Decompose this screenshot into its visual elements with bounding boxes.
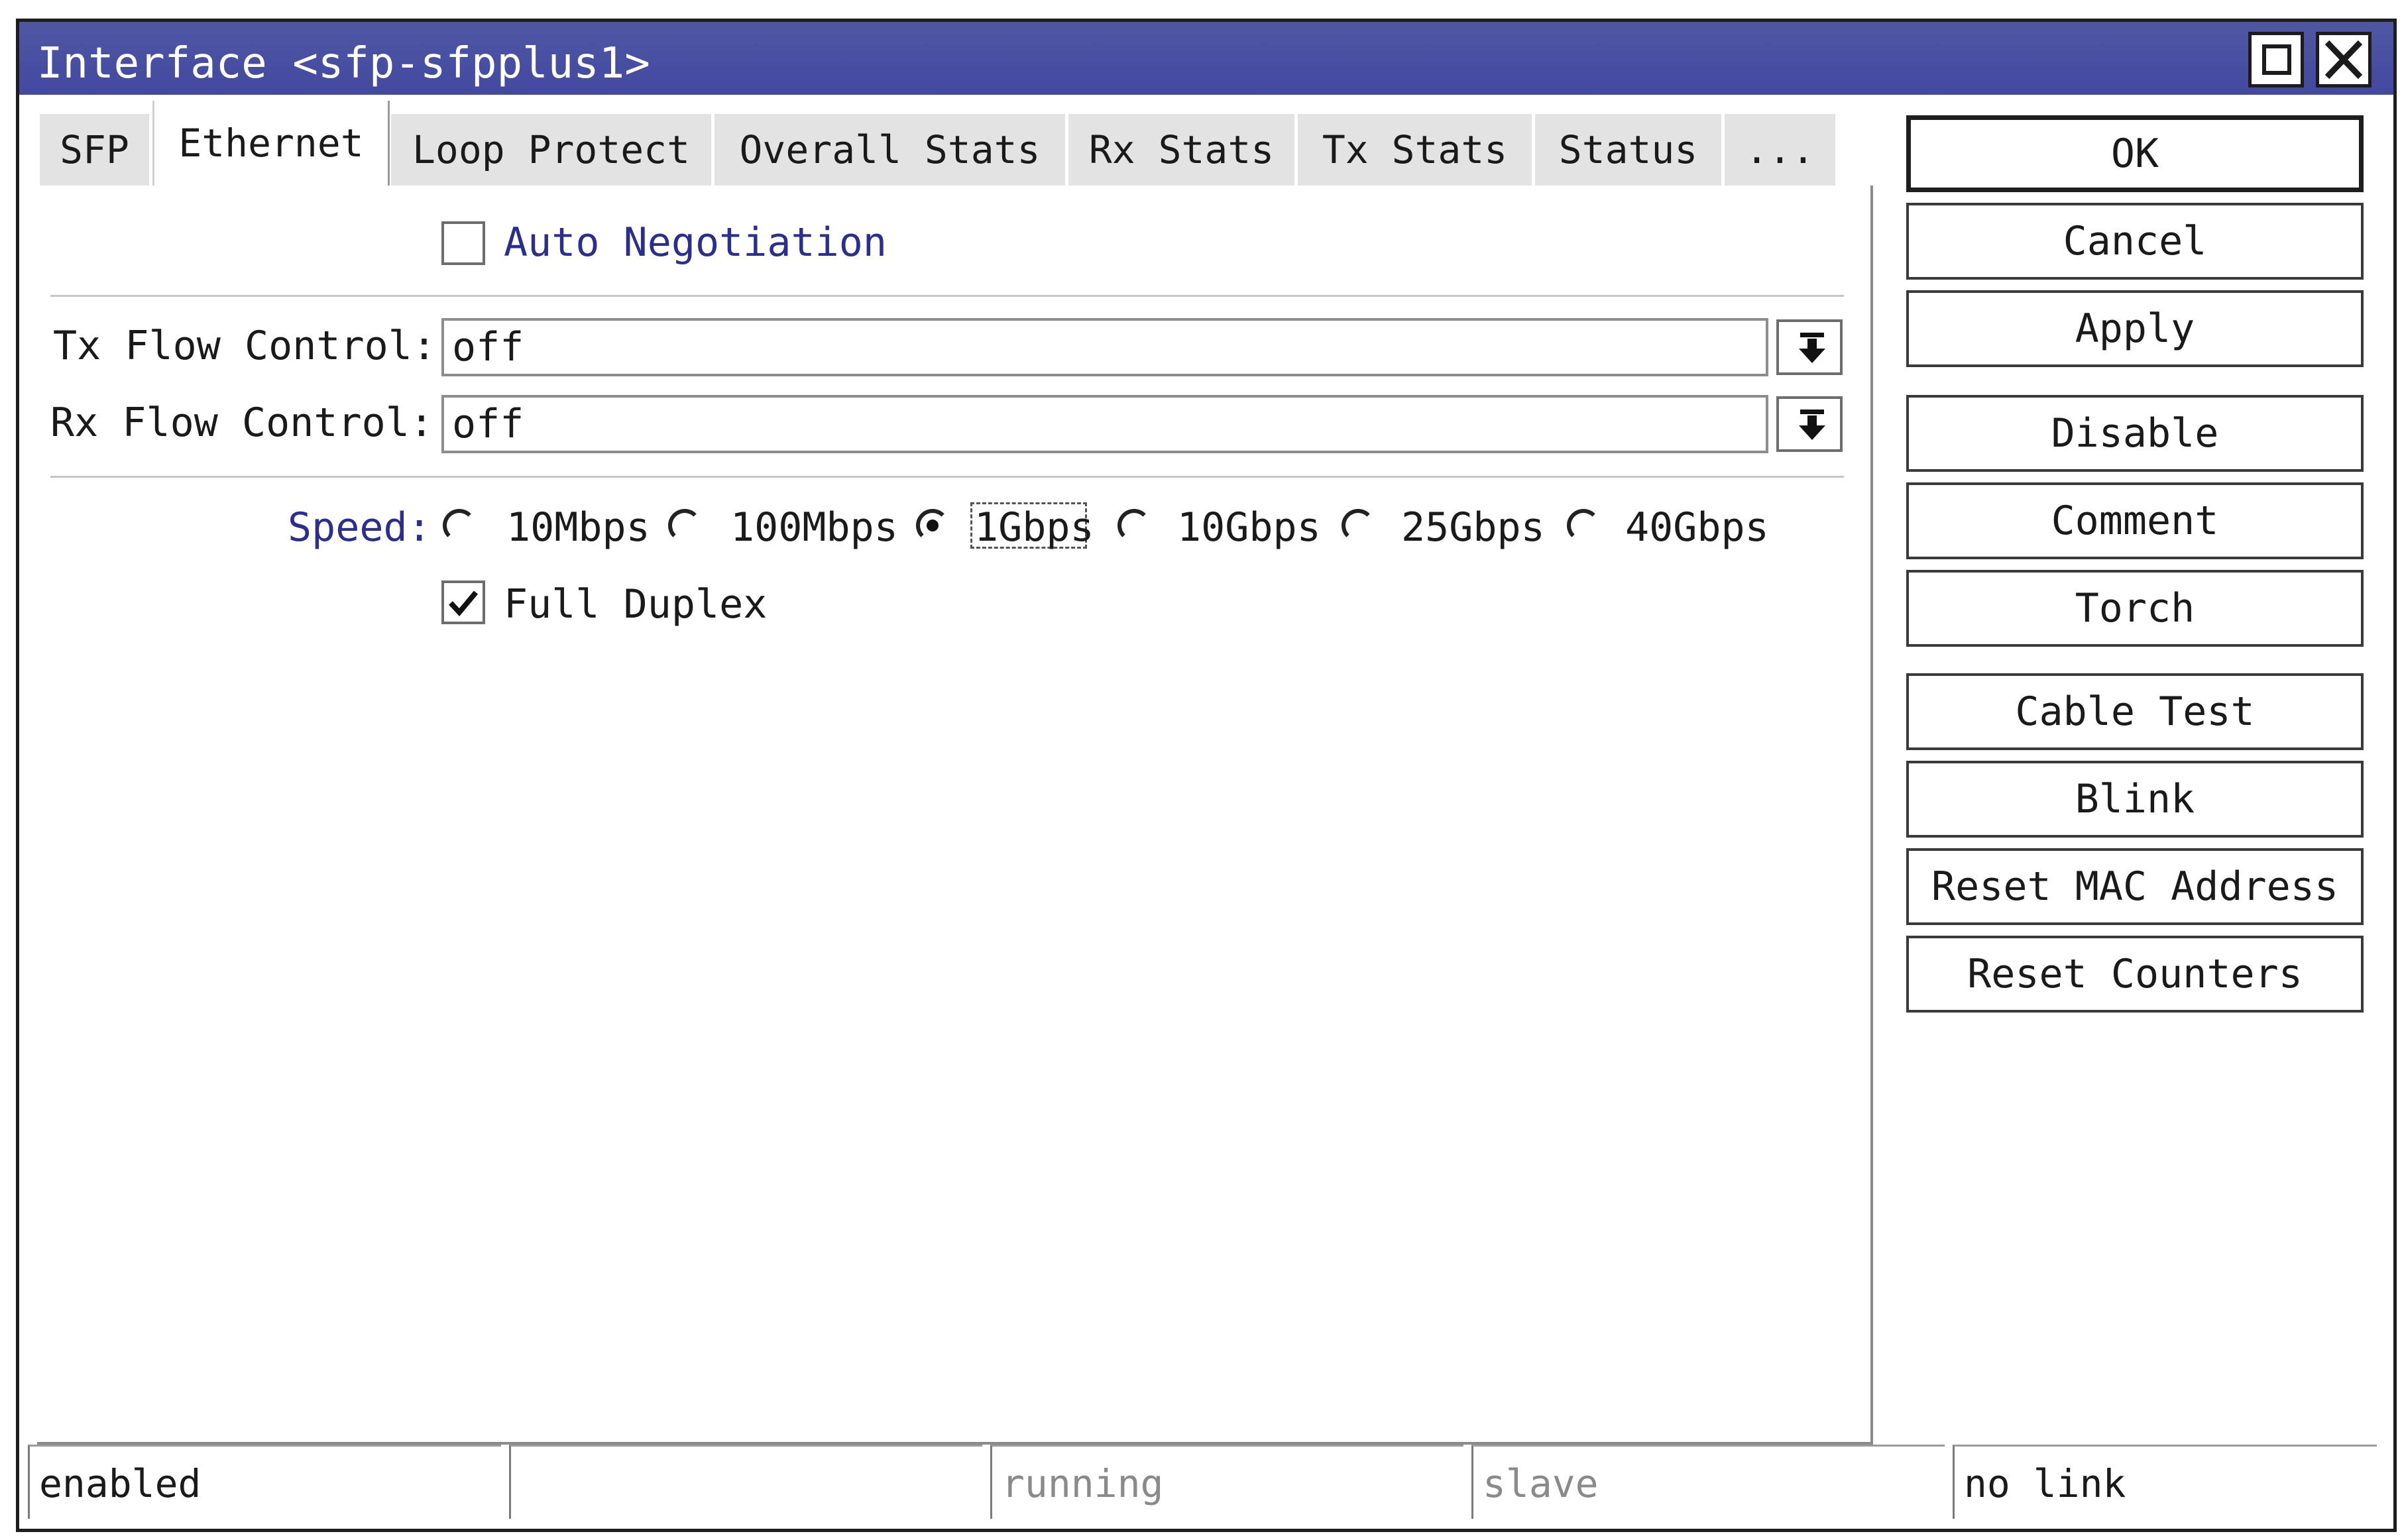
auto-negotiation-label: Auto Negotiation: [504, 219, 887, 266]
speed-radio-10mbps[interactable]: [443, 509, 476, 542]
close-icon: [2324, 40, 2363, 80]
cancel-button[interactable]: Cancel: [1906, 203, 2364, 280]
speed-radio-25gbps[interactable]: [1342, 509, 1375, 542]
tx-flow-control-dropdown-button[interactable]: [1776, 319, 1843, 375]
full-duplex-checkbox[interactable]: [441, 580, 485, 624]
status-running: running: [990, 1445, 1463, 1519]
apply-button[interactable]: Apply: [1906, 290, 2364, 367]
close-button[interactable]: [2316, 32, 2372, 87]
tx-flow-control-label: Tx Flow Control:: [53, 323, 436, 369]
speed-radio-10gbps[interactable]: [1117, 509, 1151, 542]
tab-rx-stats[interactable]: Rx Stats: [1068, 114, 1296, 186]
blink-button[interactable]: Blink: [1906, 761, 2364, 838]
tab-tx-stats[interactable]: Tx Stats: [1298, 114, 1534, 186]
dropdown-arrow-icon: [1799, 333, 1825, 363]
speed-option-label: 100Mbps: [730, 504, 898, 551]
speed-option-label: 1Gbps: [974, 504, 1094, 551]
separator: [50, 476, 1844, 478]
tab-overall-stats[interactable]: Overall Stats: [715, 114, 1067, 186]
full-duplex-label: Full Duplex: [504, 581, 768, 628]
tab-ethernet[interactable]: Ethernet: [152, 101, 390, 191]
reset-counters-button[interactable]: Reset Counters: [1906, 936, 2364, 1013]
speed-radio-40gbps[interactable]: [1567, 509, 1600, 542]
ok-button[interactable]: OK: [1906, 115, 2364, 192]
rx-flow-control-field[interactable]: off: [441, 395, 1768, 453]
tab-more[interactable]: ...: [1725, 114, 1837, 186]
tx-flow-control-field[interactable]: off: [441, 318, 1768, 376]
speed-label: Speed:: [288, 504, 431, 551]
status-empty: [509, 1445, 982, 1519]
speed-option-label: 40Gbps: [1625, 504, 1769, 551]
rx-flow-control-dropdown-button[interactable]: [1776, 396, 1843, 452]
dropdown-arrow-icon: [1799, 410, 1825, 440]
rx-flow-control-label: Rx Flow Control:: [50, 400, 433, 446]
radio-selected-dot: [927, 520, 939, 531]
separator: [50, 295, 1844, 297]
tab-loop-protect[interactable]: Loop Protect: [391, 114, 713, 186]
comment-button[interactable]: Comment: [1906, 482, 2364, 559]
speed-option-label: 10Mbps: [506, 504, 650, 551]
checkmark-icon: [449, 590, 479, 617]
tab-sfp[interactable]: SFP: [40, 114, 151, 186]
auto-negotiation-checkbox[interactable]: [441, 221, 485, 265]
status-slave: slave: [1471, 1445, 1945, 1519]
speed-option-label: 10Gbps: [1177, 504, 1321, 551]
maximize-icon: [2262, 44, 2291, 75]
cable-test-button[interactable]: Cable Test: [1906, 673, 2364, 750]
window-title: Interface <sfp-sfpplus1>: [37, 39, 650, 88]
torch-button[interactable]: Torch: [1906, 570, 2364, 647]
tab-status[interactable]: Status: [1535, 114, 1723, 186]
speed-radio-1gbps[interactable]: [916, 509, 949, 542]
status-enabled: enabled: [28, 1445, 501, 1519]
speed-radio-100mbps[interactable]: [668, 509, 701, 542]
maximize-button[interactable]: [2248, 32, 2304, 87]
speed-option-label: 25Gbps: [1401, 504, 1545, 551]
reset-mac-address-button[interactable]: Reset MAC Address: [1906, 848, 2364, 925]
status-link: no link: [1953, 1445, 2377, 1519]
disable-button[interactable]: Disable: [1906, 395, 2364, 472]
